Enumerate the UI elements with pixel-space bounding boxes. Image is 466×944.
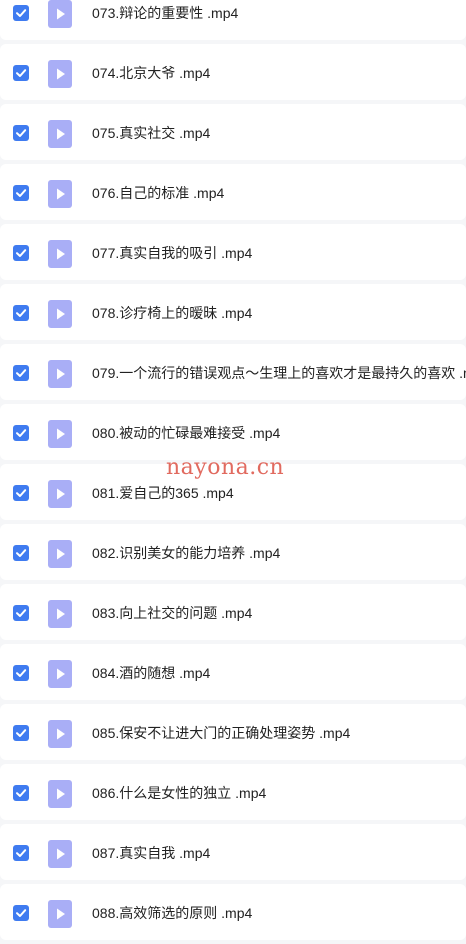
file-row[interactable]: 083.向上社交的问题 .mp4 (0, 584, 466, 640)
file-checkbox[interactable] (13, 125, 29, 141)
checkmark-icon (16, 489, 27, 497)
file-name: 076.自己的标准 .mp4 (92, 185, 225, 201)
file-name: 074.北京大爷 .mp4 (92, 65, 211, 81)
video-file-icon (48, 300, 72, 328)
file-row[interactable]: 078.诊疗椅上的暧昧 .mp4 (0, 284, 466, 340)
video-file-icon (48, 480, 72, 508)
file-checkbox[interactable] (13, 785, 29, 801)
file-checkbox[interactable] (13, 605, 29, 621)
video-file-icon (48, 900, 72, 928)
file-checkbox[interactable] (13, 665, 29, 681)
file-row[interactable]: 085.保安不让进大门的正确处理姿势 .mp4 (0, 704, 466, 760)
file-checkbox[interactable] (13, 65, 29, 81)
file-checkbox[interactable] (13, 545, 29, 561)
video-file-icon (48, 0, 72, 28)
checkmark-icon (16, 429, 27, 437)
file-list: 073.辩论的重要性 .mp4 074.北京大爷 .mp4 075.真实社交 .mp… (0, 0, 466, 944)
file-row[interactable]: 074.北京大爷 .mp4 (0, 44, 466, 100)
checkmark-icon (16, 369, 27, 377)
video-file-icon (48, 180, 72, 208)
video-file-icon (48, 780, 72, 808)
file-row[interactable]: 081.爱自己的365 .mp4 (0, 464, 466, 520)
video-file-icon (48, 120, 72, 148)
file-row[interactable]: 076.自己的标准 .mp4 (0, 164, 466, 220)
file-row[interactable]: 075.真实社交 .mp4 (0, 104, 466, 160)
file-name: 086.什么是女性的独立 .mp4 (92, 785, 267, 801)
video-file-icon (48, 660, 72, 688)
file-row[interactable]: 084.酒的随想 .mp4 (0, 644, 466, 700)
video-file-icon (48, 60, 72, 88)
file-row[interactable]: 088.高效筛选的原则 .mp4 (0, 884, 466, 940)
file-name: 082.识别美女的能力培养 .mp4 (92, 545, 281, 561)
file-name: 073.辩论的重要性 .mp4 (92, 5, 239, 21)
checkmark-icon (16, 249, 27, 257)
video-file-icon (48, 420, 72, 448)
file-checkbox[interactable] (13, 185, 29, 201)
file-checkbox[interactable] (13, 725, 29, 741)
file-checkbox[interactable] (13, 365, 29, 381)
file-name: 087.真实自我 .mp4 (92, 845, 211, 861)
checkmark-icon (16, 909, 27, 917)
checkmark-icon (16, 69, 27, 77)
file-row[interactable]: 073.辩论的重要性 .mp4 (0, 0, 466, 40)
file-checkbox[interactable] (13, 845, 29, 861)
file-checkbox[interactable] (13, 305, 29, 321)
file-name: 079.一个流行的错误观点～生理上的喜欢才是最持久的喜欢 .mp4 (92, 365, 466, 381)
file-checkbox[interactable] (13, 425, 29, 441)
file-row[interactable]: 086.什么是女性的独立 .mp4 (0, 764, 466, 820)
checkmark-icon (16, 789, 27, 797)
file-row[interactable]: 077.真实自我的吸引 .mp4 (0, 224, 466, 280)
file-row[interactable]: 079.一个流行的错误观点～生理上的喜欢才是最持久的喜欢 .mp4 (0, 344, 466, 400)
file-row[interactable]: 080.被动的忙碌最难接受 .mp4 (0, 404, 466, 460)
file-name: 085.保安不让进大门的正确处理姿势 .mp4 (92, 725, 351, 741)
checkmark-icon (16, 609, 27, 617)
video-file-icon (48, 360, 72, 388)
file-checkbox[interactable] (13, 5, 29, 21)
checkmark-icon (16, 9, 27, 17)
file-name: 077.真实自我的吸引 .mp4 (92, 245, 253, 261)
checkmark-icon (16, 849, 27, 857)
video-file-icon (48, 840, 72, 868)
video-file-icon (48, 540, 72, 568)
file-name: 078.诊疗椅上的暧昧 .mp4 (92, 305, 253, 321)
file-checkbox[interactable] (13, 905, 29, 921)
video-file-icon (48, 600, 72, 628)
checkmark-icon (16, 549, 27, 557)
checkmark-icon (16, 309, 27, 317)
file-name: 075.真实社交 .mp4 (92, 125, 211, 141)
file-checkbox[interactable] (13, 485, 29, 501)
video-file-icon (48, 240, 72, 268)
file-name: 084.酒的随想 .mp4 (92, 665, 211, 681)
file-row[interactable]: 082.识别美女的能力培养 .mp4 (0, 524, 466, 580)
checkmark-icon (16, 129, 27, 137)
file-name: 088.高效筛选的原则 .mp4 (92, 905, 253, 921)
file-row[interactable]: 087.真实自我 .mp4 (0, 824, 466, 880)
video-file-icon (48, 720, 72, 748)
file-name: 080.被动的忙碌最难接受 .mp4 (92, 425, 281, 441)
checkmark-icon (16, 669, 27, 677)
file-checkbox[interactable] (13, 245, 29, 261)
file-name: 083.向上社交的问题 .mp4 (92, 605, 253, 621)
file-name: 081.爱自己的365 .mp4 (92, 485, 234, 501)
checkmark-icon (16, 729, 27, 737)
checkmark-icon (16, 189, 27, 197)
